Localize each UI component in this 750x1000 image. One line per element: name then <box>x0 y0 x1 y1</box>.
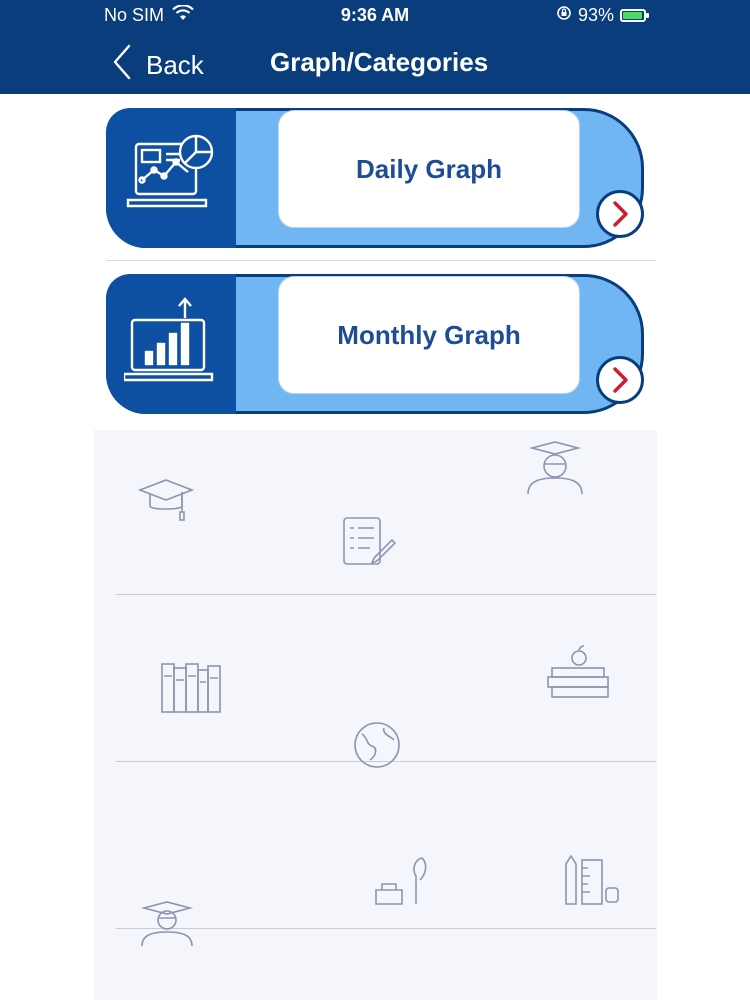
battery-fill <box>623 12 642 19</box>
chevron-left-icon <box>112 44 132 87</box>
chevron-right-icon <box>613 367 628 393</box>
globe-icon <box>350 720 404 775</box>
chevron-right-button[interactable] <box>596 190 644 238</box>
card-label: Daily Graph <box>356 153 502 184</box>
daily-graph-card[interactable]: Daily Graph <box>106 108 646 248</box>
inkwell-feather-icon <box>372 856 430 913</box>
ruler-pencil-icon <box>560 854 620 911</box>
divider <box>116 928 656 929</box>
monthly-graph-card[interactable]: Monthly Graph <box>106 274 646 414</box>
page-title: Graph/Categories <box>270 47 489 77</box>
graduate-student-icon <box>524 440 586 501</box>
categories-list: Daily Graph Monthly Graph <box>94 94 657 430</box>
laptop-bar-chart-icon <box>124 297 214 382</box>
back-label: Back <box>146 50 204 80</box>
status-bar: No SIM 9:36 AM 93% <box>0 0 750 30</box>
chevron-right-icon <box>613 201 628 227</box>
chevron-right-button[interactable] <box>596 356 644 404</box>
checklist-icon <box>340 514 397 573</box>
orientation-lock-icon <box>556 5 572 26</box>
apple-books-icon <box>546 644 612 709</box>
divider <box>116 594 656 595</box>
battery-percent: 93% <box>577 5 614 25</box>
card-label-panel: Daily Graph <box>278 110 580 228</box>
card-icon-panel <box>106 108 236 248</box>
graduation-cap-icon <box>137 476 195 527</box>
battery-icon <box>620 9 649 22</box>
app-header: No SIM 9:36 AM 93% Back Graph/Categories <box>0 0 750 94</box>
laptop-chart-icon <box>126 134 214 208</box>
books-icon <box>160 662 222 719</box>
card-icon-panel <box>106 274 236 414</box>
card-divider <box>106 260 656 261</box>
back-button[interactable]: Back <box>112 44 204 87</box>
card-label-panel: Monthly Graph <box>278 276 580 394</box>
card-label: Monthly Graph <box>337 319 521 350</box>
content-area: Daily Graph Monthly Graph <box>94 94 657 1000</box>
status-right: 93% <box>556 5 649 26</box>
graduate-icon <box>138 900 196 953</box>
nav-bar: Back Graph/Categories <box>0 30 750 94</box>
